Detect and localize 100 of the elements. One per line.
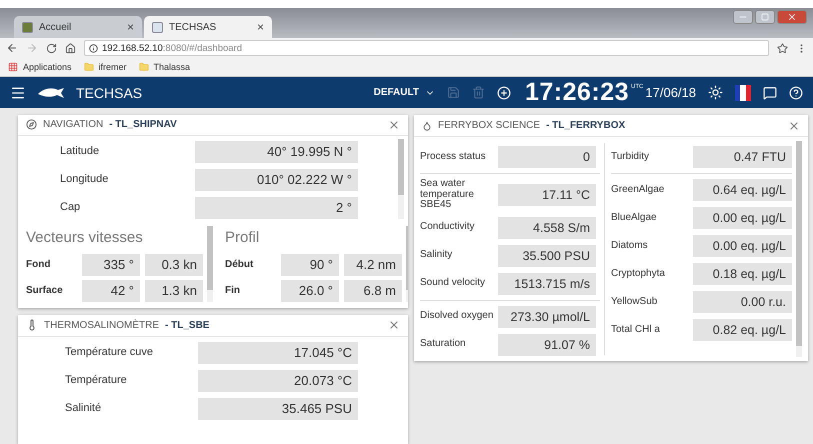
field-label: BlueAlgae	[611, 212, 658, 224]
scrollbar[interactable]	[796, 141, 802, 356]
favicon-icon	[22, 22, 33, 32]
field-value: 91.07 %	[498, 334, 596, 356]
field-label: Cryptophyta	[611, 268, 666, 280]
field-label: Fin	[225, 286, 241, 296]
close-button[interactable]	[388, 118, 400, 131]
field-value: 35.500 PSU	[498, 244, 596, 266]
field-label: Diatoms	[611, 240, 649, 252]
home-icon[interactable]	[65, 42, 76, 54]
field-value: 0	[498, 146, 596, 168]
panel-source: - TL_SHIPNAV	[109, 119, 177, 130]
sun-icon[interactable]	[708, 85, 723, 100]
bookmark-link[interactable]: ifremer	[84, 62, 127, 72]
field-value: 2 °	[195, 196, 358, 219]
field-value: 010° 02.222 W °	[195, 168, 358, 191]
field-value: 17.045 °C	[198, 342, 358, 364]
field-label: Température	[65, 375, 128, 387]
field-value: 4.558 S/m	[498, 216, 596, 238]
tab-close-button[interactable]: ×	[126, 20, 134, 34]
chat-icon[interactable]	[763, 86, 777, 100]
field-label: Conductivity	[420, 222, 476, 233]
field-label: Surface	[26, 286, 64, 296]
close-button[interactable]	[388, 319, 400, 332]
reload-icon[interactable]	[46, 42, 57, 54]
panel-title: NAVIGATION	[43, 119, 104, 130]
field-label: Turbidity	[611, 152, 650, 162]
menu-icon[interactable]	[10, 84, 26, 100]
close-button[interactable]	[788, 120, 800, 132]
scrollbar[interactable]	[207, 226, 213, 302]
browser-tab[interactable]: Accueil ×	[14, 16, 142, 38]
field-value: 0.00 eq. µg/L	[693, 207, 792, 229]
clock-time: 17:26:23	[524, 78, 630, 107]
close-window-button[interactable]	[777, 10, 807, 24]
fish-logo-icon	[38, 86, 64, 98]
field-value: 1513.715 m/s	[498, 272, 596, 294]
field-value: 26.0 °	[281, 280, 339, 302]
section-heading: Profil	[225, 228, 260, 248]
back-icon[interactable]	[6, 42, 18, 54]
info-icon	[89, 44, 98, 52]
maximize-icon	[761, 13, 769, 21]
field-label: Début	[225, 260, 254, 270]
field-label: YellowSub	[611, 296, 658, 308]
field-label: Cap	[60, 202, 82, 214]
close-icon	[787, 12, 797, 22]
field-value: 20.073 °C	[198, 370, 358, 392]
field-label: Salinity	[420, 250, 454, 261]
bookmark-star-icon[interactable]	[777, 42, 788, 54]
help-icon[interactable]	[789, 86, 803, 100]
field-value: 90 °	[281, 254, 339, 276]
field-value: 0.00 r.u.	[693, 291, 792, 313]
field-value: 0.82 eq. µg/L	[693, 319, 792, 341]
field-label: Salinité	[65, 403, 102, 415]
favicon-icon	[152, 22, 163, 32]
field-value: 42 °	[82, 280, 140, 302]
panel-title: THERMOSALINOMÈTRE	[44, 320, 160, 331]
compass-icon	[26, 119, 37, 130]
folder-icon	[84, 62, 94, 72]
folder-icon	[138, 62, 149, 72]
drop-icon	[422, 120, 432, 130]
field-value: 6.8 m	[344, 280, 402, 302]
field-label: Fond	[26, 260, 52, 270]
field-value: 4.2 nm	[344, 254, 402, 276]
add-icon[interactable]	[496, 86, 511, 100]
field-value: 0.00 eq. µg/L	[693, 235, 792, 257]
field-value: 35.465 PSU	[198, 398, 358, 420]
flag-icon[interactable]	[735, 84, 751, 100]
field-label: Saturation	[420, 339, 467, 350]
panel-source: - TL_SBE	[165, 320, 210, 331]
tab-close-button[interactable]: ×	[256, 20, 264, 34]
field-value: 1.3 kn	[145, 280, 203, 302]
field-label: Température cuve	[65, 347, 154, 359]
clock-date: 17/06/18	[645, 85, 696, 100]
field-label: Sound velocity	[420, 278, 486, 289]
section-heading: Vecteurs vitesses	[26, 228, 144, 248]
field-value: 0.3 kn	[145, 254, 203, 276]
field-value: 17.11 °C	[498, 184, 596, 206]
field-value: 0.18 eq. µg/L	[693, 263, 792, 285]
scrollbar[interactable]	[398, 138, 404, 219]
field-label: Sea water temperature SBE45	[420, 179, 475, 210]
maximize-button[interactable]	[755, 10, 775, 24]
field-value: 40° 19.995 N °	[195, 140, 358, 163]
field-label: GreenAlgae	[611, 184, 666, 196]
layout-dropdown[interactable]: DEFAULT	[374, 87, 435, 98]
bookmark-link[interactable]: Thalassa	[138, 62, 190, 72]
app-title: TECHSAS	[76, 84, 142, 100]
field-label: Latitude	[60, 146, 100, 158]
field-label: Longitude	[60, 174, 110, 186]
panel-title: FERRYBOX SCIENCE	[438, 120, 540, 131]
field-label: Total CHl a	[611, 324, 661, 336]
apps-grid-icon	[8, 62, 18, 72]
bookmark-link[interactable]: Applications	[8, 62, 72, 72]
field-value: 335 °	[82, 254, 140, 276]
field-label: Process status	[420, 152, 487, 162]
browser-tab[interactable]: TECHSAS ×	[144, 16, 272, 38]
url-field[interactable]: 192.168.52.10:8080/#/dashboard	[84, 40, 769, 56]
minimize-button[interactable]	[733, 10, 753, 24]
field-label: Disolved oxygen	[420, 311, 494, 322]
panel-source: - TL_FERRYBOX	[546, 120, 626, 131]
field-value: 0.64 eq. µg/L	[693, 179, 792, 201]
